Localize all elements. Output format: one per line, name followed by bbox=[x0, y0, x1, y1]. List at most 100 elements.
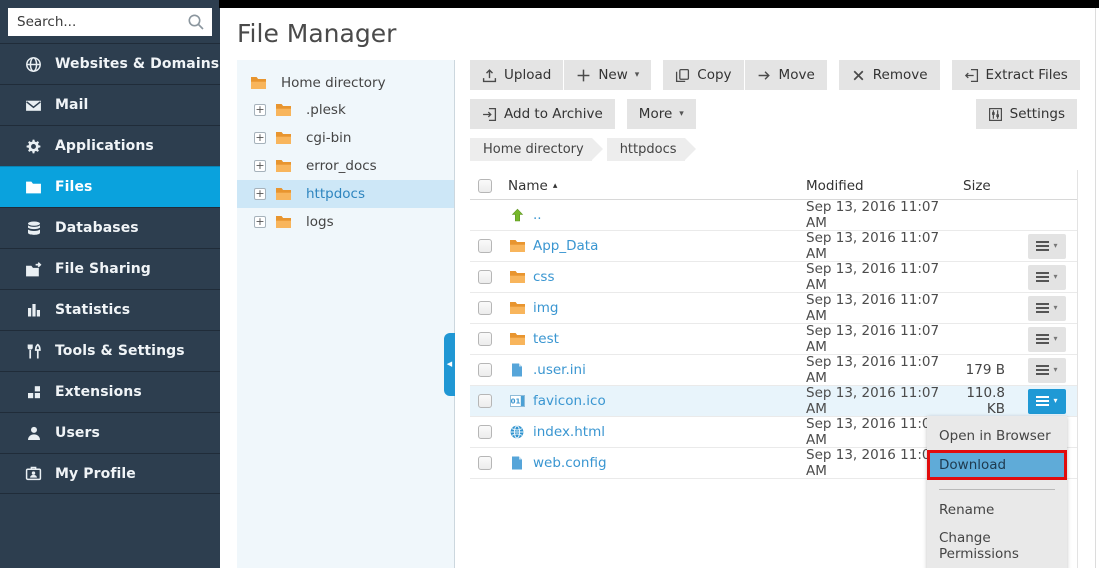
file-name-link[interactable]: css bbox=[533, 269, 555, 285]
sidebar-item-file-sharing[interactable]: File Sharing bbox=[0, 248, 220, 289]
menu-item-rename[interactable]: Rename bbox=[927, 496, 1067, 524]
expand-icon[interactable]: + bbox=[254, 132, 266, 144]
upload-button[interactable]: Upload bbox=[470, 60, 563, 90]
chevron-left-icon: ◀ bbox=[447, 361, 452, 368]
settings-button[interactable]: Settings bbox=[976, 99, 1077, 129]
expand-icon[interactable]: + bbox=[254, 160, 266, 172]
row-checkbox[interactable] bbox=[478, 363, 492, 377]
breadcrumb-httpdocs[interactable]: httpdocs bbox=[607, 138, 685, 161]
hamburger-icon bbox=[1036, 303, 1049, 313]
sidebar-item-websites-domains[interactable]: Websites & Domains bbox=[0, 43, 220, 84]
row-checkbox[interactable] bbox=[478, 425, 492, 439]
sidebar-item-databases[interactable]: Databases bbox=[0, 207, 220, 248]
table-row: css Sep 13, 2016 11:07 AM ▾ bbox=[470, 262, 1077, 293]
file-name-link[interactable]: test bbox=[533, 331, 559, 347]
page-title: File Manager bbox=[237, 19, 396, 48]
row-checkbox[interactable] bbox=[478, 332, 492, 346]
folder-icon bbox=[508, 301, 526, 315]
menu-item-open-in-browser[interactable]: Open in Browser bbox=[927, 422, 1067, 450]
row-menu-button[interactable]: ▾ bbox=[1028, 265, 1066, 290]
column-header-modified[interactable]: Modified bbox=[803, 178, 953, 194]
copy-icon bbox=[675, 68, 690, 83]
row-menu-button[interactable]: ▾ bbox=[1028, 234, 1066, 259]
expand-icon[interactable]: + bbox=[254, 104, 266, 116]
breadcrumb-home-directory[interactable]: Home directory bbox=[470, 138, 592, 161]
sidebar-item-my-profile[interactable]: My Profile bbox=[0, 453, 220, 494]
sidebar-item-label: Applications bbox=[55, 138, 154, 154]
select-all-checkbox[interactable] bbox=[478, 179, 492, 193]
menu-item-download[interactable]: Download bbox=[927, 450, 1067, 480]
globe-icon bbox=[25, 56, 42, 73]
sidebar-item-users[interactable]: Users bbox=[0, 412, 220, 453]
mail-icon bbox=[25, 97, 42, 114]
sidebar-item-label: Extensions bbox=[55, 384, 142, 400]
sidebar-item-applications[interactable]: Applications bbox=[0, 125, 220, 166]
file-name-link[interactable]: index.html bbox=[533, 424, 605, 440]
file-name-link[interactable]: web.config bbox=[533, 455, 607, 471]
move-button[interactable]: Move bbox=[745, 60, 827, 90]
file-name-link[interactable]: App_Data bbox=[533, 238, 598, 254]
sidebar-item-label: File Sharing bbox=[55, 261, 151, 277]
row-checkbox[interactable] bbox=[478, 456, 492, 470]
sidebar-item-tools-settings[interactable]: Tools & Settings bbox=[0, 330, 220, 371]
hamburger-icon bbox=[1036, 241, 1049, 251]
sidebar-item-statistics[interactable]: Statistics bbox=[0, 289, 220, 330]
more-button[interactable]: More▾ bbox=[627, 99, 696, 129]
add-to-archive-button[interactable]: Add to Archive bbox=[470, 99, 615, 129]
tree-node-logs[interactable]: + logs bbox=[237, 208, 454, 236]
directory-tree-panel: Home directory + .plesk + cgi-bin + erro… bbox=[237, 60, 455, 568]
copy-button[interactable]: Copy bbox=[663, 60, 743, 90]
user-icon bbox=[25, 425, 42, 442]
folder-icon bbox=[274, 131, 292, 145]
modified-cell: Sep 13, 2016 11:07 AM bbox=[803, 199, 953, 231]
tree-collapse-handle[interactable]: ◀ bbox=[444, 333, 455, 396]
row-menu-button[interactable]: ▾ bbox=[1028, 327, 1066, 352]
caret-down-icon: ▾ bbox=[1053, 366, 1057, 374]
sidebar-item-files[interactable]: Files bbox=[0, 166, 220, 207]
file-name-link[interactable]: favicon.ico bbox=[533, 393, 606, 409]
upload-icon bbox=[482, 68, 497, 83]
search-box bbox=[8, 8, 212, 36]
search-icon[interactable] bbox=[187, 13, 205, 31]
caret-down-icon: ▾ bbox=[1053, 273, 1057, 281]
search-input[interactable] bbox=[8, 8, 212, 36]
sidebar-item-mail[interactable]: Mail bbox=[0, 84, 220, 125]
sidebar-item-extensions[interactable]: Extensions bbox=[0, 371, 220, 412]
file-name-link[interactable]: .user.ini bbox=[533, 362, 586, 378]
tree-node-httpdocs[interactable]: + httpdocs bbox=[237, 180, 454, 208]
archive-icon bbox=[482, 107, 497, 122]
caret-down-icon: ▾ bbox=[679, 109, 684, 119]
tree-node-cgi-bin[interactable]: + cgi-bin bbox=[237, 124, 454, 152]
row-menu-button[interactable]: ▾ bbox=[1028, 389, 1066, 414]
row-checkbox[interactable] bbox=[478, 270, 492, 284]
tree-root-home-directory[interactable]: Home directory bbox=[237, 70, 454, 96]
expand-icon[interactable]: + bbox=[254, 216, 266, 228]
column-header-size[interactable]: Size bbox=[953, 178, 1025, 194]
menu-item-change-permissions[interactable]: Change Permissions bbox=[927, 524, 1067, 568]
row-context-menu: Open in Browser Download Rename Change P… bbox=[927, 416, 1067, 568]
new-button[interactable]: New▾ bbox=[564, 60, 651, 90]
folder-icon bbox=[274, 187, 292, 201]
row-checkbox[interactable] bbox=[478, 394, 492, 408]
top-strip bbox=[219, 0, 1099, 8]
expand-icon[interactable]: + bbox=[254, 188, 266, 200]
row-menu-button[interactable]: ▾ bbox=[1028, 358, 1066, 383]
row-checkbox[interactable] bbox=[478, 239, 492, 253]
sidebar-item-label: My Profile bbox=[55, 466, 136, 482]
tree-node--plesk[interactable]: + .plesk bbox=[237, 96, 454, 124]
remove-button[interactable]: Remove bbox=[839, 60, 940, 90]
hamburger-icon bbox=[1036, 272, 1049, 282]
extract-icon bbox=[964, 68, 979, 83]
file-name-link[interactable]: .. bbox=[533, 207, 542, 223]
extract-files-button[interactable]: Extract Files bbox=[952, 60, 1080, 90]
column-header-name[interactable]: Name ▴ bbox=[508, 178, 803, 194]
folder-icon bbox=[249, 76, 267, 90]
file-name-link[interactable]: img bbox=[533, 300, 558, 316]
table-row: .user.ini Sep 13, 2016 11:07 AM 179 B ▾ bbox=[470, 355, 1077, 386]
row-checkbox[interactable] bbox=[478, 301, 492, 315]
arrow-right-icon bbox=[757, 68, 772, 83]
row-menu-button[interactable]: ▾ bbox=[1028, 296, 1066, 321]
menu-separator bbox=[939, 489, 1055, 490]
caret-down-icon: ▾ bbox=[1053, 335, 1057, 343]
tree-node-error-docs[interactable]: + error_docs bbox=[237, 152, 454, 180]
